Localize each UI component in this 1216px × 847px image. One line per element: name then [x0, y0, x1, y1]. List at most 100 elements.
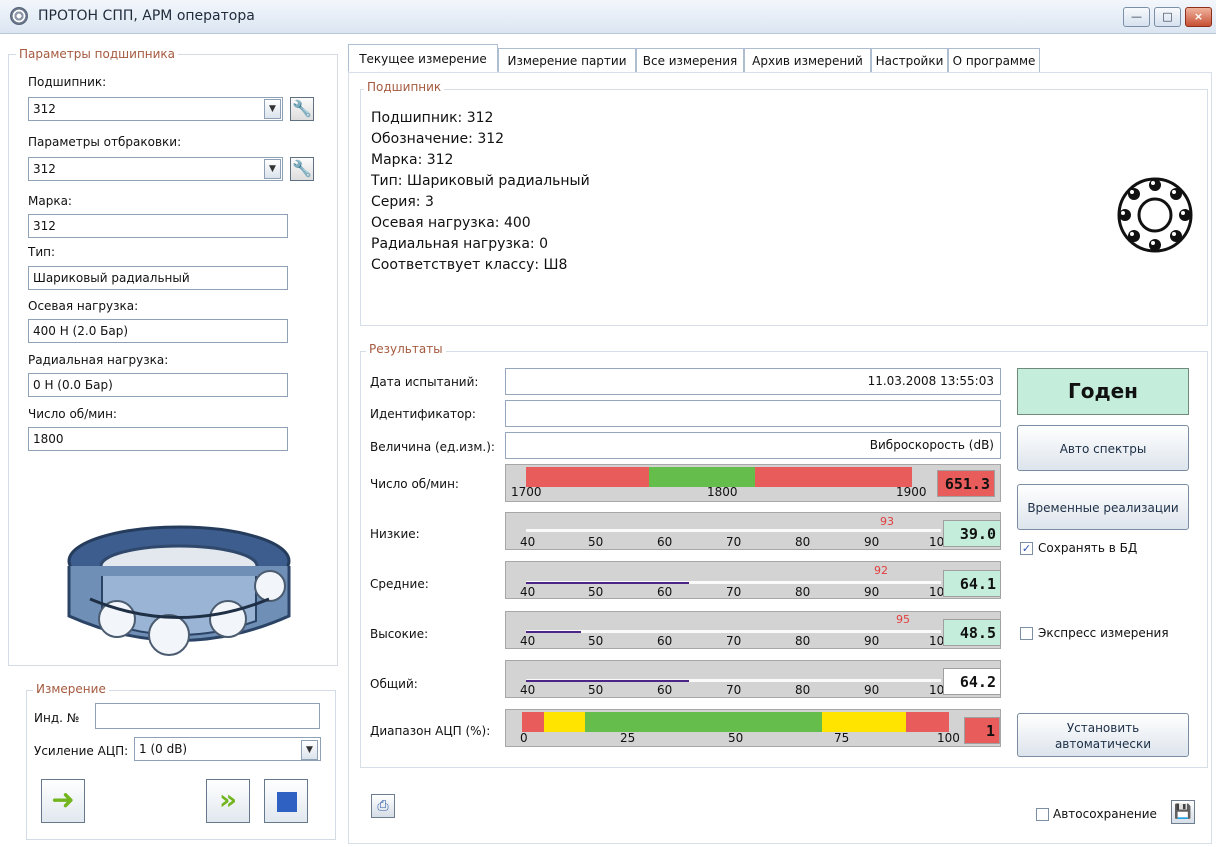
high-band-tick: 90 — [864, 634, 880, 648]
save-db-label: Сохранять в БД — [1038, 541, 1138, 555]
reject-tool-button[interactable]: 🔧 — [290, 157, 314, 181]
mid-band-gauge: 92 40 50 60 70 80 90 100 64.1 — [505, 561, 1001, 599]
bearing-tool-button[interactable]: 🔧 — [290, 97, 314, 121]
window-title: ПРОТОН СПП, АРМ оператора — [38, 8, 255, 24]
express-measurement-checkbox[interactable] — [1020, 627, 1033, 640]
axial-load-field[interactable]: 400 Н (2.0 Бар) — [28, 319, 288, 343]
reject-params-select[interactable]: 312 — [28, 157, 283, 181]
adc-yellow-low-range — [544, 712, 585, 732]
adc-tick: 0 — [520, 731, 528, 745]
tab-batch-measurement[interactable]: Измерение партии — [498, 48, 636, 72]
high-band-tick: 50 — [588, 634, 604, 648]
identifier-field[interactable] — [505, 400, 1001, 427]
bearing-3d-image — [67, 525, 291, 656]
mid-band-tick: 40 — [520, 585, 536, 599]
set-automatically-line1: Установить — [1066, 721, 1140, 735]
close-button[interactable]: × — [1185, 7, 1212, 27]
adc-yellow-high-range — [822, 712, 906, 732]
low-band-tick: 60 — [657, 535, 673, 549]
tab-archive[interactable]: Архив измерений — [744, 48, 871, 72]
mid-band-marker: 92 — [874, 564, 888, 577]
bearing-select[interactable]: 312 — [28, 97, 283, 121]
low-band-value: 39.0 — [943, 520, 1001, 547]
axial-load-label: Осевая нагрузка: — [28, 299, 139, 313]
info-designation: Обозначение: 312 — [371, 131, 505, 147]
low-band-label: Низкие: — [370, 527, 420, 541]
high-band-tick: 70 — [726, 634, 742, 648]
tab-current-measurement[interactable]: Текущее измерение — [348, 44, 498, 72]
total-tick: 40 — [520, 683, 536, 697]
minimize-button[interactable]: — — [1123, 7, 1150, 27]
quantity-unit-label: Величина (ед.изм.): — [370, 440, 495, 454]
type-label: Тип: — [28, 245, 56, 259]
index-field[interactable] — [95, 703, 320, 729]
autosave-checkbox[interactable] — [1036, 808, 1049, 821]
stop-button[interactable] — [264, 779, 308, 823]
set-automatically-line2: автоматически — [1054, 737, 1152, 751]
high-band-track — [526, 630, 941, 633]
low-band-marker: 93 — [880, 515, 894, 528]
start-measurement-button[interactable]: ➜ — [41, 779, 85, 823]
adc-range-label: Диапазон АЦП (%): — [370, 724, 491, 738]
mark-label: Марка: — [28, 194, 72, 208]
info-mark: Марка: 312 — [371, 152, 454, 168]
rpm-value: 651.3 — [937, 470, 995, 497]
total-gauge: 40 50 60 70 80 90 100 64.2 — [505, 660, 1001, 698]
auto-spectra-button[interactable]: Авто спектры — [1017, 425, 1189, 471]
adc-tick: 75 — [834, 731, 850, 745]
high-band-tick: 80 — [795, 634, 811, 648]
mid-band-level — [526, 582, 689, 584]
reject-params-label: Параметры отбраковки: — [28, 135, 182, 149]
tab-all-measurements[interactable]: Все измерения — [636, 48, 744, 72]
maximize-button[interactable]: □ — [1154, 7, 1181, 27]
gain-select[interactable]: 1 (0 dB) — [134, 737, 321, 761]
set-automatically-button[interactable]: Установить автоматически — [1017, 713, 1189, 757]
total-label: Общий: — [370, 677, 418, 691]
chevron-down-icon[interactable]: ▼ — [264, 99, 281, 119]
high-band-value: 48.5 — [943, 619, 1001, 646]
save-disk-icon[interactable]: 💾 — [1171, 800, 1195, 824]
rpm-low-range — [526, 467, 649, 487]
bearing-info-title: Подшипник — [364, 80, 445, 94]
title-bar: ПРОТОН СПП, АРМ оператора — □ × — [0, 0, 1216, 34]
quantity-unit-field: Виброскорость (dB) — [505, 432, 1001, 459]
test-date-label: Дата испытаний: — [370, 375, 479, 389]
left-panel: Параметры подшипника Подшипник: 312 ▼ 🔧 … — [8, 44, 338, 844]
total-value: 64.2 — [943, 668, 1001, 695]
time-realizations-button[interactable]: Временные реализации — [1017, 484, 1189, 530]
total-tick: 80 — [795, 683, 811, 697]
adc-good-range — [585, 712, 822, 732]
save-db-checkbox[interactable]: ✓ — [1020, 542, 1033, 555]
low-band-tick: 80 — [795, 535, 811, 549]
stop-icon — [277, 792, 297, 812]
batch-start-button[interactable]: » — [206, 779, 250, 823]
tab-settings[interactable]: Настройки — [871, 48, 948, 72]
mark-field[interactable]: 312 — [28, 214, 288, 238]
rpm-good-range — [649, 467, 755, 487]
autosave-label: Автосохранение — [1053, 807, 1157, 821]
type-field[interactable]: Шариковый радиальный — [28, 266, 288, 290]
high-band-marker: 95 — [896, 613, 910, 626]
rpm-high-range — [755, 467, 912, 487]
adc-tick: 100 — [937, 731, 960, 745]
rpm-field[interactable]: 1800 — [28, 427, 288, 451]
low-band-tick: 40 — [520, 535, 536, 549]
total-tick: 50 — [588, 683, 604, 697]
bearing-ring-icon — [1117, 177, 1193, 253]
tab-about[interactable]: О программе — [948, 48, 1040, 72]
radial-load-field[interactable]: 0 Н (0.0 Бар) — [28, 373, 288, 397]
high-band-gauge: 95 40 50 60 70 80 90 100 48.5 — [505, 611, 1001, 649]
chevron-down-icon[interactable]: ▼ — [264, 159, 281, 179]
low-band-tick: 70 — [726, 535, 742, 549]
total-level — [526, 680, 689, 682]
low-band-gauge: 93 40 50 60 70 80 90 100 39.0 — [505, 512, 1001, 550]
chevron-down-icon[interactable]: ▼ — [301, 740, 318, 760]
adc-tick: 25 — [620, 731, 636, 745]
measurement-title: Измерение — [33, 682, 109, 696]
index-label: Инд. № — [34, 711, 80, 725]
rpm-tick: 1800 — [707, 485, 738, 499]
total-tick: 70 — [726, 683, 742, 697]
rpm-label: Число об/мин: — [28, 407, 117, 421]
print-icon[interactable]: ⎙ — [371, 794, 395, 818]
express-measurement-label: Экспресс измерения — [1038, 626, 1169, 640]
